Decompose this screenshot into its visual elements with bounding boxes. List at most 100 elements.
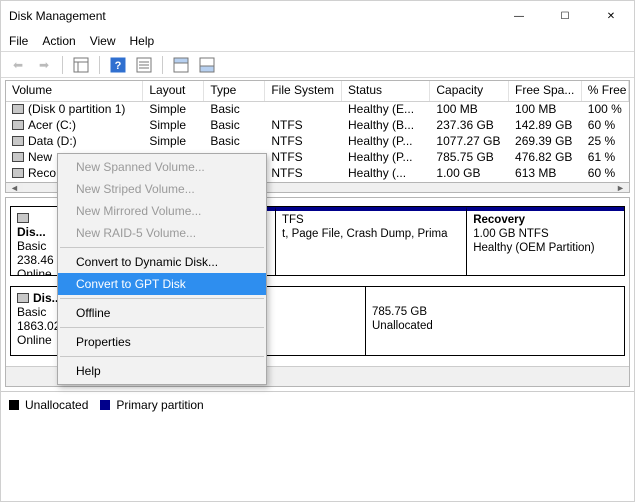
toolbar: ⬅ ➡ ? — [1, 52, 634, 78]
back-icon[interactable]: ⬅ — [7, 54, 29, 76]
minimize-button[interactable]: — — [496, 1, 542, 31]
cell-status: Healthy (E... — [342, 102, 430, 118]
cell-type: Basic — [204, 102, 265, 118]
cell-free: 613 MB — [509, 166, 582, 182]
ctx-convert-dynamic[interactable]: Convert to Dynamic Disk... — [58, 251, 266, 273]
ctx-new-striped: New Striped Volume... — [58, 178, 266, 200]
part-status: Healthy (OEM Partition) — [473, 241, 618, 255]
volume-icon — [12, 136, 24, 146]
layout-bottom-icon[interactable] — [196, 54, 218, 76]
toolbar-divider — [62, 56, 63, 74]
volume-icon — [12, 168, 24, 178]
cell-capacity: 100 MB — [430, 102, 509, 118]
disk-icon — [17, 293, 29, 303]
ctx-new-spanned: New Spanned Volume... — [58, 156, 266, 178]
cell-free: 476.82 GB — [509, 150, 582, 166]
cell-fs: NTFS — [265, 166, 342, 182]
grid-header: Volume Layout Type File System Status Ca… — [6, 81, 629, 101]
svg-text:?: ? — [115, 60, 122, 72]
cell-pct: 25 % — [582, 134, 629, 150]
table-row[interactable]: Data (D:)SimpleBasicNTFSHealthy (P...107… — [6, 134, 629, 150]
cell-fs: NTFS — [265, 118, 342, 134]
cell-status: Healthy (... — [342, 166, 430, 182]
cell-capacity: 237.36 GB — [430, 118, 509, 134]
menu-file[interactable]: File — [9, 34, 28, 48]
legend: Unallocated Primary partition — [1, 391, 634, 418]
cell-status: Healthy (B... — [342, 118, 430, 134]
col-capacity[interactable]: Capacity — [430, 81, 509, 101]
cell-capacity: 785.75 GB — [430, 150, 509, 166]
cell-status: Healthy (P... — [342, 134, 430, 150]
layout-top-icon[interactable] — [170, 54, 192, 76]
cell-pct: 100 % — [582, 102, 629, 118]
forward-icon[interactable]: ➡ — [33, 54, 55, 76]
ctx-new-raid5: New RAID-5 Volume... — [58, 222, 266, 244]
col-layout[interactable]: Layout — [143, 81, 204, 101]
col-status[interactable]: Status — [342, 81, 430, 101]
cell-layout: Simple — [143, 102, 204, 118]
volume-icon — [12, 104, 24, 114]
table-row[interactable]: (Disk 0 partition 1)SimpleBasic Healthy (… — [6, 102, 629, 118]
cell-volume: Acer (C:) — [6, 118, 143, 134]
disk-label[interactable]: Dis... Basic 238.46 Online — [11, 207, 61, 275]
ctx-offline[interactable]: Offline — [58, 302, 266, 324]
volume-icon — [12, 120, 24, 130]
cell-free: 100 MB — [509, 102, 582, 118]
scroll-right-icon[interactable]: ► — [612, 183, 629, 192]
context-menu: New Spanned Volume... New Striped Volume… — [57, 153, 267, 385]
toolbar-divider — [162, 56, 163, 74]
cell-pct: 60 % — [582, 118, 629, 134]
cell-type: Basic — [204, 118, 265, 134]
menu-view[interactable]: View — [90, 34, 116, 48]
titlebar: Disk Management — ☐ ✕ — [1, 1, 634, 31]
cell-fs: NTFS — [265, 134, 342, 150]
cell-layout: Simple — [143, 118, 204, 134]
part-status: t, Page File, Crash Dump, Prima — [282, 227, 460, 241]
disk0-part-1[interactable]: TFS t, Page File, Crash Dump, Prima — [276, 207, 467, 275]
disk0-part-recovery[interactable]: Recovery 1.00 GB NTFS Healthy (OEM Parti… — [467, 207, 624, 275]
disk-size: 238.46 — [17, 253, 54, 267]
cell-volume: (Disk 0 partition 1) — [6, 102, 143, 118]
cell-layout: Simple — [143, 134, 204, 150]
cell-status: Healthy (P... — [342, 150, 430, 166]
col-free[interactable]: Free Spa... — [509, 81, 582, 101]
ctx-separator — [60, 247, 264, 248]
help-icon[interactable]: ? — [107, 54, 129, 76]
maximize-button[interactable]: ☐ — [542, 1, 588, 31]
close-button[interactable]: ✕ — [588, 1, 634, 31]
ctx-convert-gpt[interactable]: Convert to GPT Disk — [58, 273, 266, 295]
list-icon[interactable] — [133, 54, 155, 76]
ctx-properties[interactable]: Properties — [58, 331, 266, 353]
ctx-new-mirrored: New Mirrored Volume... — [58, 200, 266, 222]
menu-action[interactable]: Action — [42, 34, 75, 48]
table-row[interactable]: Acer (C:)SimpleBasicNTFSHealthy (B...237… — [6, 118, 629, 134]
col-type[interactable]: Type — [204, 81, 265, 101]
menu-help[interactable]: Help — [130, 34, 155, 48]
ctx-separator — [60, 327, 264, 328]
cell-pct: 61 % — [582, 150, 629, 166]
disk-status: Online — [17, 267, 54, 275]
cell-free: 269.39 GB — [509, 134, 582, 150]
cell-type: Basic — [204, 134, 265, 150]
ctx-help[interactable]: Help — [58, 360, 266, 382]
scroll-left-icon[interactable]: ◄ — [6, 183, 23, 192]
menubar: File Action View Help — [1, 31, 634, 51]
col-filesystem[interactable]: File System — [265, 81, 342, 101]
disk1-part-1[interactable]: 785.75 GB Unallocated — [366, 287, 624, 355]
cell-fs — [265, 102, 342, 118]
part-status: Unallocated — [372, 319, 618, 333]
col-volume[interactable]: Volume — [6, 81, 143, 101]
col-pct[interactable]: % Free — [582, 81, 629, 101]
cell-capacity: 1.00 GB — [430, 166, 509, 182]
legend-swatch-unallocated — [9, 400, 19, 410]
window-title: Disk Management — [9, 9, 496, 23]
disk-type: Basic — [17, 239, 54, 253]
volume-icon — [12, 152, 24, 162]
ctx-separator — [60, 298, 264, 299]
legend-primary: Primary partition — [116, 398, 203, 412]
disk-icon — [17, 213, 29, 223]
view-icon[interactable] — [70, 54, 92, 76]
part-fs: 1.00 GB NTFS — [473, 227, 618, 241]
legend-swatch-primary — [100, 400, 110, 410]
legend-unallocated: Unallocated — [25, 398, 88, 412]
